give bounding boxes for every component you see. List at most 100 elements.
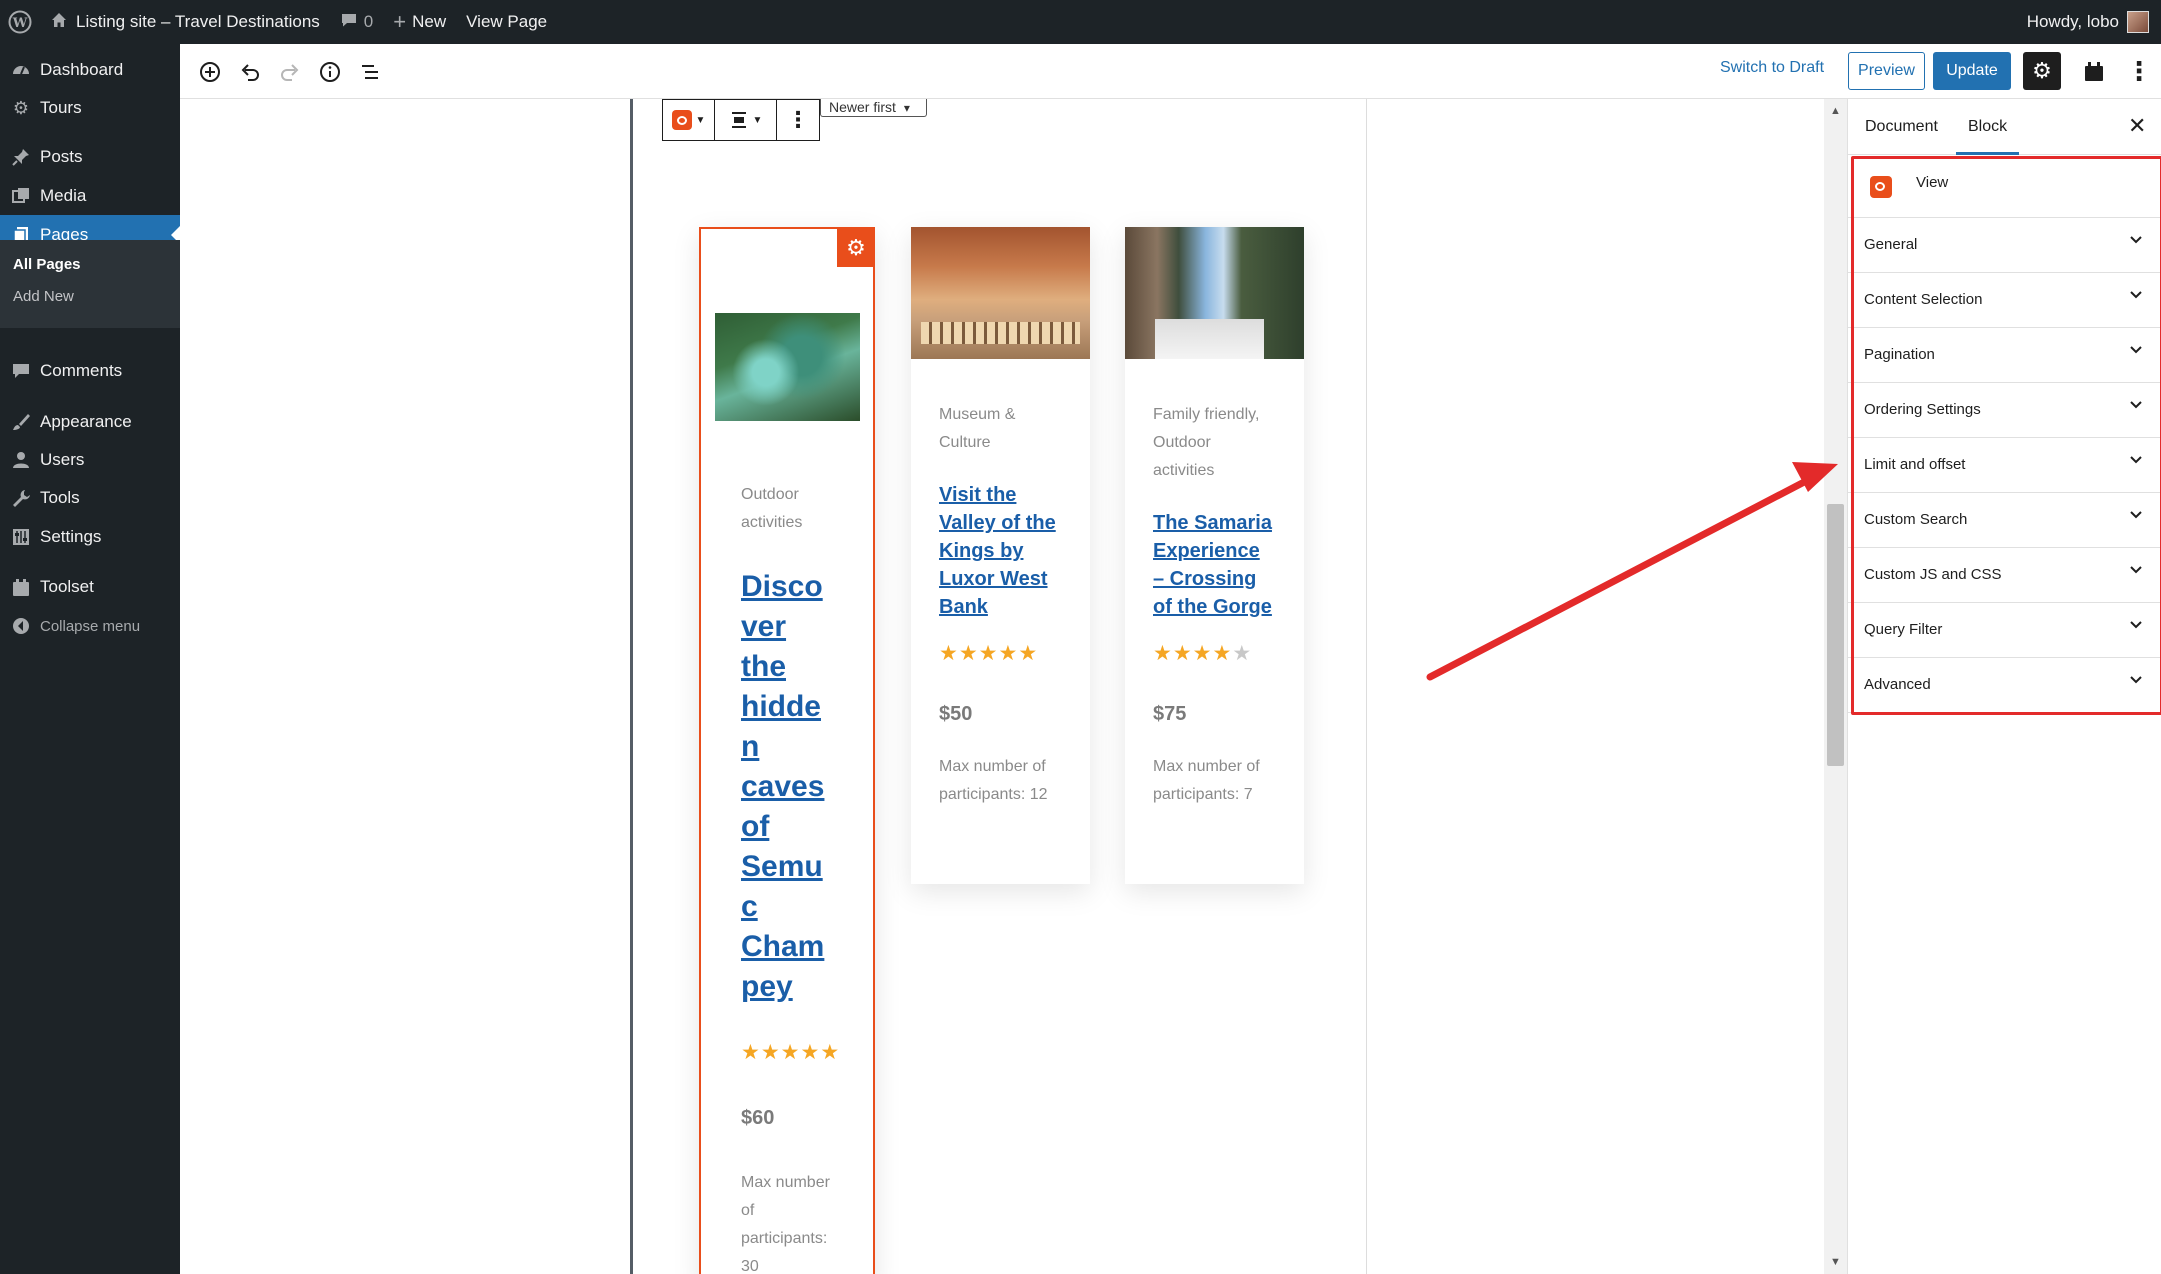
block-card: View <box>1848 156 2161 218</box>
star-filled-icon: ★ <box>1172 642 1193 665</box>
tour-image <box>1125 227 1304 359</box>
block-type-switcher[interactable]: ▼ <box>663 100 715 140</box>
tab-document[interactable]: Document <box>1865 118 1938 136</box>
menu-item-label: Posts <box>40 147 83 166</box>
submenu-all-pages[interactable]: All Pages <box>13 256 81 273</box>
new-label: New <box>412 12 447 31</box>
tab-block[interactable]: Block <box>1955 118 2020 155</box>
wordpress-logo-icon[interactable]: W <box>0 0 40 44</box>
more-options-icon[interactable]: ⋮ <box>2120 52 2158 90</box>
info-icon[interactable] <box>314 56 346 88</box>
panel-advanced[interactable]: Advanced <box>1848 658 2161 713</box>
my-account-link[interactable]: Howdy, lobo <box>2017 0 2161 44</box>
menu-item-label: Tours <box>40 98 82 117</box>
chevron-down-icon <box>2128 396 2144 419</box>
scroll-up-arrow-icon[interactable]: ▲ <box>1824 101 1847 121</box>
view-page-link[interactable]: View Page <box>456 0 557 44</box>
collapse-menu-button[interactable]: Collapse menu <box>0 606 180 646</box>
close-icon[interactable]: ✕ <box>2128 113 2146 139</box>
align-center-icon <box>731 112 746 128</box>
scrollbar-thumb[interactable] <box>1827 504 1844 766</box>
menu-item-comments[interactable]: Comments <box>0 351 180 391</box>
new-content-link[interactable]: + New <box>383 0 456 44</box>
canvas-guide-line <box>1366 99 1367 1274</box>
chevron-down-icon <box>2128 286 2144 309</box>
preview-button[interactable]: Preview <box>1848 52 1925 90</box>
avatar <box>2127 11 2149 33</box>
tour-price: $75 <box>1153 703 1187 725</box>
block-align-button[interactable]: ▼ <box>715 100 777 140</box>
chevron-down-icon <box>2128 561 2144 584</box>
menu-item-label: Users <box>40 450 85 469</box>
toolset-plugin-icon[interactable] <box>2075 52 2113 90</box>
comments-link[interactable]: 0 <box>330 0 383 44</box>
menu-item-toolset[interactable]: Toolset <box>0 567 180 607</box>
panel-pagination[interactable]: Pagination <box>1848 328 2161 383</box>
menu-item-users[interactable]: Users <box>0 440 180 480</box>
chevron-down-icon: ▾ <box>903 101 910 115</box>
star-filled-icon: ★ <box>760 1041 781 1064</box>
panel-custom-js-css[interactable]: Custom JS and CSS <box>1848 548 2161 603</box>
star-filled-icon: ★ <box>800 1041 821 1064</box>
panel-limit-and-offset[interactable]: Limit and offset <box>1848 438 2161 493</box>
chevron-down-icon <box>2128 616 2144 639</box>
menu-item-label: Comments <box>40 361 123 380</box>
tour-category: Museum & Culture <box>939 406 1016 451</box>
menu-item-tours[interactable]: ⚙ Tours <box>0 88 180 128</box>
add-block-icon[interactable] <box>194 56 226 88</box>
listing-card[interactable]: Family friendly, Outdoor activities The … <box>1125 227 1304 884</box>
list-view-icon[interactable] <box>354 56 386 88</box>
dashboard-icon <box>10 59 32 81</box>
panel-ordering-settings[interactable]: Ordering Settings <box>1848 383 2161 438</box>
tour-price: $50 <box>939 703 973 725</box>
gear-icon[interactable]: ⚙ <box>837 229 875 267</box>
panel-general[interactable]: General <box>1848 218 2161 273</box>
tour-category: Outdoor activities <box>741 486 803 531</box>
redo-icon[interactable] <box>274 56 306 88</box>
caret-down-icon: ▼ <box>752 114 763 126</box>
switch-to-draft-button[interactable]: Switch to Draft <box>1720 59 1824 77</box>
submenu-add-new[interactable]: Add New <box>13 288 74 305</box>
star-filled-icon: ★ <box>998 642 1019 665</box>
undo-icon[interactable] <box>234 56 266 88</box>
toolset-icon <box>10 576 32 598</box>
star-empty-icon: ★ <box>1232 642 1253 665</box>
menu-item-appearance[interactable]: Appearance <box>0 402 180 442</box>
menu-item-settings[interactable]: Settings <box>0 517 180 557</box>
pushpin-icon <box>10 146 32 168</box>
plus-icon: + <box>393 9 407 34</box>
menu-item-media[interactable]: Media <box>0 176 180 216</box>
tour-title-link[interactable]: Visit the Valley of the Kings by Luxor W… <box>939 481 1056 621</box>
sort-order-select[interactable]: Newer first ▾ <box>820 99 927 117</box>
tour-title-link[interactable]: The Samaria Experience – Crossing of the… <box>1153 509 1272 621</box>
star-filled-icon: ★ <box>820 1041 841 1064</box>
scroll-down-arrow-icon[interactable]: ▼ <box>1824 1252 1847 1272</box>
menu-item-dashboard[interactable]: Dashboard <box>0 50 180 90</box>
panel-content-selection[interactable]: Content Selection <box>1848 273 2161 328</box>
listing-card[interactable]: Museum & Culture Visit the Valley of the… <box>911 227 1090 884</box>
editor-toolbar: Switch to Draft Preview Update ⚙ ⋮ <box>180 44 2161 99</box>
comment-bubble-icon <box>340 11 358 34</box>
sort-order-value: Newer first <box>829 99 896 115</box>
svg-text:W: W <box>12 16 28 31</box>
tour-title-link[interactable]: Disco ver the hidde n caves of Semu c Ch… <box>741 567 824 1007</box>
site-name-link[interactable]: Listing site – Travel Destinations <box>40 0 330 44</box>
panel-custom-search[interactable]: Custom Search <box>1848 493 2161 548</box>
star-filled-icon: ★ <box>1212 642 1233 665</box>
listing-card[interactable]: ⚙ Outdoor activities Disco ver the hidde… <box>699 227 875 1274</box>
block-more-options-icon[interactable]: ⋮ <box>777 100 819 140</box>
update-button[interactable]: Update <box>1933 52 2011 90</box>
menu-item-posts[interactable]: Posts <box>0 137 180 177</box>
canvas-scrollbar[interactable]: ▲ ▼ <box>1824 99 1847 1274</box>
settings-sliders-icon <box>10 526 32 548</box>
star-filled-icon: ★ <box>780 1041 801 1064</box>
comment-icon <box>10 360 32 382</box>
star-filled-icon: ★ <box>1018 642 1039 665</box>
max-participants: Max number of participants: 12 <box>939 758 1048 803</box>
settings-gear-icon[interactable]: ⚙ <box>2023 52 2061 90</box>
panel-query-filter[interactable]: Query Filter <box>1848 603 2161 658</box>
menu-item-tools[interactable]: Tools <box>0 478 180 518</box>
view-page-label: View Page <box>466 12 548 31</box>
star-rating: ★★★★★ <box>741 1040 840 1065</box>
collapse-arrow-icon <box>10 615 32 637</box>
